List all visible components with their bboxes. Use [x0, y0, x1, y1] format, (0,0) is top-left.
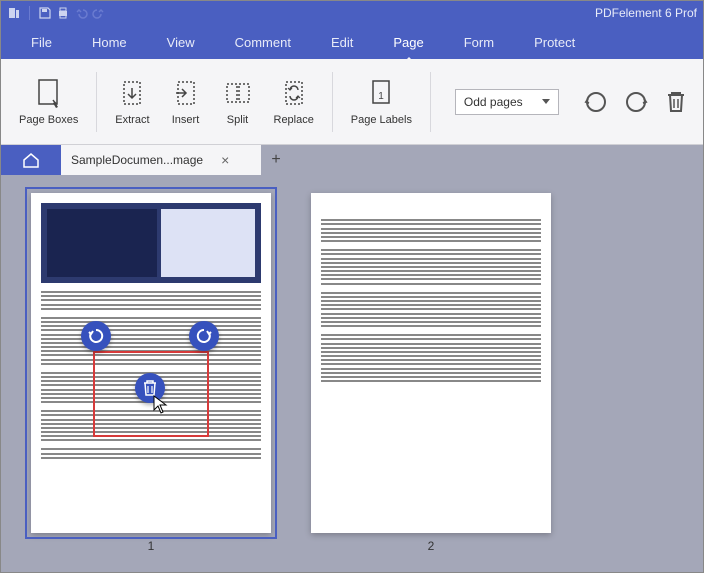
- extract-button[interactable]: Extract: [109, 74, 155, 130]
- new-tab-button[interactable]: +: [261, 145, 291, 175]
- home-tab-button[interactable]: [1, 145, 61, 175]
- menu-protect[interactable]: Protect: [514, 27, 595, 58]
- undo-icon[interactable]: [74, 6, 88, 20]
- page-labels-button[interactable]: 1 Page Labels: [345, 74, 418, 130]
- insert-button[interactable]: Insert: [164, 74, 208, 130]
- document-tab[interactable]: SampleDocumen...mage ×: [61, 145, 261, 175]
- page-number-2: 2: [428, 539, 435, 553]
- replace-label: Replace: [274, 114, 314, 126]
- page-boxes-button[interactable]: Page Boxes: [13, 74, 84, 130]
- redo-icon[interactable]: [92, 6, 106, 20]
- svg-text:1: 1: [379, 91, 385, 102]
- page-thumbnail-2[interactable]: [311, 193, 551, 533]
- overlay-rotate-right-button[interactable]: [189, 321, 219, 351]
- split-icon: [222, 78, 254, 110]
- rotate-cw-button[interactable]: [621, 87, 651, 117]
- split-label: Split: [227, 114, 248, 126]
- close-tab-icon[interactable]: ×: [221, 152, 229, 168]
- replace-button[interactable]: Replace: [268, 74, 320, 130]
- print-icon[interactable]: [56, 6, 70, 20]
- rotate-cw-icon: [623, 89, 649, 115]
- trash-icon: [143, 380, 157, 396]
- app-logo-icon: [7, 6, 21, 20]
- delete-page-button[interactable]: [661, 87, 691, 117]
- plus-icon: +: [271, 151, 280, 169]
- cursor-icon: [153, 395, 169, 415]
- page-filter-select[interactable]: Odd pages: [455, 89, 559, 115]
- ribbon: Page Boxes Extract Insert Split Replace …: [1, 59, 703, 145]
- menu-page[interactable]: Page: [373, 27, 443, 58]
- extract-label: Extract: [115, 114, 149, 126]
- menu-file[interactable]: File: [11, 27, 72, 58]
- insert-icon: [170, 78, 202, 110]
- page-filter-value: Odd pages: [464, 95, 523, 109]
- document-tab-title: SampleDocumen...mage: [71, 153, 203, 167]
- tab-strip: SampleDocumen...mage × +: [1, 145, 703, 175]
- insert-label: Insert: [172, 114, 200, 126]
- overlay-rotate-left-button[interactable]: [81, 321, 111, 351]
- menu-comment[interactable]: Comment: [215, 27, 311, 58]
- rotate-right-icon: [196, 328, 212, 344]
- rotate-left-icon: [88, 328, 104, 344]
- save-icon[interactable]: [38, 6, 52, 20]
- title-bar: PDFelement 6 Prof: [1, 1, 703, 25]
- rotate-ccw-button[interactable]: [581, 87, 611, 117]
- page-thumbnail-area: 1 2: [1, 175, 703, 572]
- page-thumbnail-1[interactable]: [31, 193, 271, 533]
- menu-edit[interactable]: Edit: [311, 27, 373, 58]
- app-title: PDFelement 6 Prof: [595, 6, 697, 20]
- split-button[interactable]: Split: [216, 74, 260, 130]
- menu-form[interactable]: Form: [444, 27, 514, 58]
- trash-icon: [665, 89, 687, 115]
- page-boxes-label: Page Boxes: [19, 114, 78, 126]
- home-icon: [22, 151, 40, 169]
- page-labels-icon: 1: [365, 78, 397, 110]
- menu-bar: File Home View Comment Edit Page Form Pr…: [1, 25, 703, 59]
- page-hero-image: [41, 203, 261, 283]
- chevron-down-icon: [542, 99, 550, 104]
- extract-icon: [116, 78, 148, 110]
- rotate-ccw-icon: [583, 89, 609, 115]
- replace-icon: [278, 78, 310, 110]
- menu-view[interactable]: View: [147, 27, 215, 58]
- menu-home[interactable]: Home: [72, 27, 147, 58]
- page-labels-label: Page Labels: [351, 114, 412, 126]
- page-number-1: 1: [148, 539, 155, 553]
- page-boxes-icon: [33, 78, 65, 110]
